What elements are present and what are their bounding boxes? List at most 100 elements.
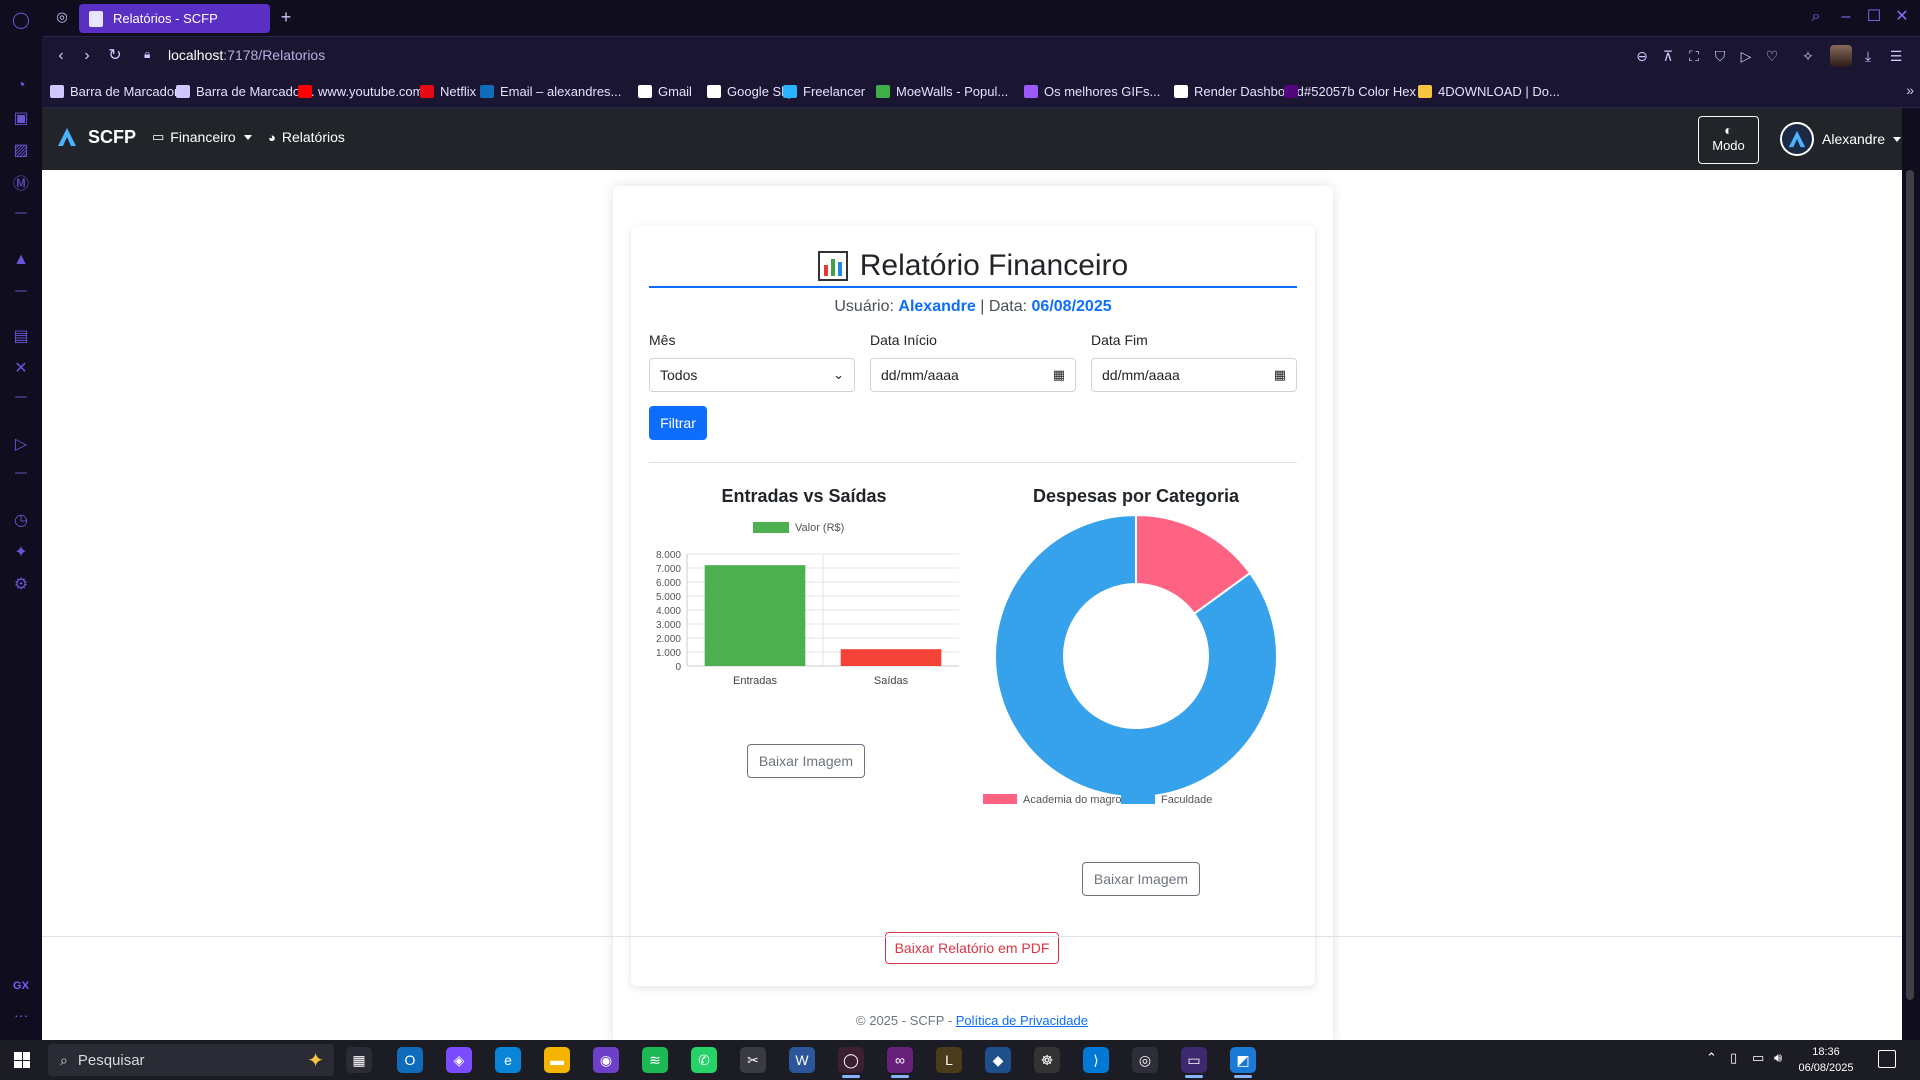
bookmark-item[interactable]: Barra de Marcador... [50,82,189,100]
photos-icon[interactable]: ◩ [1230,1047,1256,1073]
bookmark-item[interactable]: Barra de Marcador... [176,82,315,100]
visual-studio-icon[interactable]: ∞ [887,1047,913,1073]
outlook-icon[interactable]: O [397,1047,423,1073]
mes-select[interactable]: Todos ⌄ [649,358,855,392]
search-tabs-icon[interactable]: ⌕ [1804,6,1828,30]
chevron-down-icon: ⌄ [833,367,844,382]
brand-link[interactable]: SCFP [56,126,136,148]
filter-button[interactable]: Filtrar [649,406,707,440]
download-bar-image-button[interactable]: Baixar Imagem [747,744,865,778]
more-icon[interactable]: ··· [9,1008,33,1026]
close-window-icon[interactable]: ✕ [1890,6,1914,30]
workspace-icon[interactable]: ▣ [9,106,33,130]
twitch-icon[interactable]: ▤ [9,324,33,348]
word-icon[interactable]: W [789,1047,815,1073]
edge-icon[interactable]: e [495,1047,521,1073]
tab-relatorios[interactable]: Relatórios - SCFP [79,4,270,33]
whatsapp-icon[interactable]: ✆ [691,1047,717,1073]
file-explorer-icon[interactable]: ▬ [544,1047,570,1073]
data-inicio-input[interactable]: dd/mm/aaaa ▦ [870,358,1076,392]
windows-start-icon[interactable] [14,1052,30,1068]
copilot-icon[interactable]: ◈ [446,1047,472,1073]
tray-chevron-icon[interactable]: ⌃ [1706,1050,1717,1066]
download-icon[interactable]: ⤓ [1858,46,1878,66]
bookmark-label: Os melhores GIFs... [1044,83,1161,99]
bookmark-item[interactable]: Netflix [420,82,476,100]
extensions-icon[interactable]: ✦ [9,540,33,564]
bookmark-item[interactable]: Email – alexandres... [480,82,621,100]
calendar-icon[interactable]: ▦ [1053,367,1065,383]
nav-financeiro-dropdown[interactable]: ▭ Financeiro [152,129,252,145]
opera-logo-icon[interactable]: ◯ [9,8,33,32]
lock-icon[interactable]: 🔒︎ [144,47,158,63]
gx-control-icon[interactable]: GX [9,980,33,1000]
bookmark-item[interactable]: Google Sky [707,82,794,100]
tray-device-icon[interactable]: ▯ [1730,1050,1737,1066]
extensions-puzzle-icon[interactable]: ✧ [1798,46,1818,66]
steam-icon[interactable]: ☸ [1034,1047,1060,1073]
data-fim-input[interactable]: dd/mm/aaaa ▦ [1091,358,1297,392]
history-icon[interactable]: ◷ [9,508,33,532]
privacy-link[interactable]: Política de Privacidade [956,1013,1088,1028]
spotify-icon[interactable]: ≋ [642,1047,668,1073]
theme-mode-button[interactable]: ◐ Modo [1698,116,1759,164]
league-icon[interactable]: L [936,1047,962,1073]
tab-menu-icon[interactable]: ◎ [52,9,72,27]
new-tab-button[interactable]: + [276,8,296,28]
davinci-icon[interactable]: ◎ [1132,1047,1158,1073]
legend-swatch [1121,794,1155,804]
opera-gx-icon[interactable]: ◯ [838,1047,864,1073]
settings-gear-icon[interactable]: ⚙ [9,572,33,596]
scrollbar-thumb[interactable] [1906,170,1914,1000]
zoom-icon[interactable]: ⊖ [1632,46,1652,66]
github-desktop-icon[interactable]: ◉ [593,1047,619,1073]
download-donut-image-button[interactable]: Baixar Imagem [1082,862,1200,896]
bookmark-item[interactable]: #52057b Color Hex [1284,82,1416,100]
app-icon[interactable]: ◆ [985,1047,1011,1073]
minimize-icon[interactable]: – [1834,6,1858,30]
user-avatar [1780,122,1814,156]
pin-icon[interactable]: ⊼ [1658,46,1678,66]
vscode-icon[interactable]: ⟩ [1083,1047,1109,1073]
bookmark-item[interactable]: Gmail [638,82,692,100]
snipping-tool-icon[interactable]: ✂ [740,1047,766,1073]
network-icon[interactable]: ▭ [1752,1050,1764,1066]
notifications-icon[interactable] [1878,1050,1896,1068]
bookmark-item[interactable]: Os melhores GIFs... [1024,82,1160,100]
bookmark-favicon-icon [1174,84,1188,98]
calendar-icon[interactable]: ▦ [1274,367,1286,383]
wallpaper-icon[interactable]: ▨ [9,138,33,162]
speed-dial-icon[interactable]: ◔ [9,74,33,98]
url-field[interactable]: localhost:7178/Relatorios [168,47,325,63]
bookmarks-more-icon[interactable]: » [1906,82,1914,98]
terminal-icon[interactable]: ▭ [1181,1047,1207,1073]
y-tick-label: 3.000 [656,620,681,631]
aria-icon[interactable]: ▲ [9,248,33,272]
back-icon[interactable]: ‹ [50,45,72,67]
volume-icon[interactable]: 🔊︎ [1774,1050,1782,1066]
bookmark-item[interactable]: Freelancer [783,82,865,100]
m-app-icon[interactable]: Ⓜ [9,170,33,194]
shield-icon[interactable]: ⛉ [1710,46,1730,66]
bar-chart-icon [817,251,848,281]
task-view-icon[interactable]: ▦ [346,1047,372,1073]
maximize-icon[interactable]: ☐ [1862,6,1886,30]
taskbar-search[interactable]: ⌕ Pesquisar ✦ [48,1044,334,1076]
player-icon[interactable]: ▷ [9,432,33,456]
reload-icon[interactable]: ↻ [104,45,126,67]
forward-icon[interactable]: › [76,45,98,67]
heart-icon[interactable]: ♡ [1762,46,1782,66]
nav-relatorios[interactable]: ◕ Relatórios [268,129,345,145]
bookmark-item[interactable]: MoeWalls - Popul... [876,82,1008,100]
bookmark-item[interactable]: 4DOWNLOAD | Do... [1418,82,1560,100]
clock-date: 06/08/2025 [1798,1062,1854,1074]
x-twitter-icon[interactable]: ✕ [9,356,33,380]
system-clock[interactable]: 18:36 06/08/2025 [1796,1044,1856,1076]
snapshot-icon[interactable]: ⛶ [1684,46,1704,66]
page-container: Relatório Financeiro Usuário: Alexandre … [613,186,1333,1040]
easy-setup-icon[interactable]: ☰ [1886,46,1906,66]
user-dropdown[interactable]: Alexandre [1780,122,1902,156]
flow-icon[interactable]: ▷ [1736,46,1756,66]
profile-avatar[interactable] [1830,45,1852,67]
bookmark-item[interactable]: www.youtube.com [298,82,424,100]
